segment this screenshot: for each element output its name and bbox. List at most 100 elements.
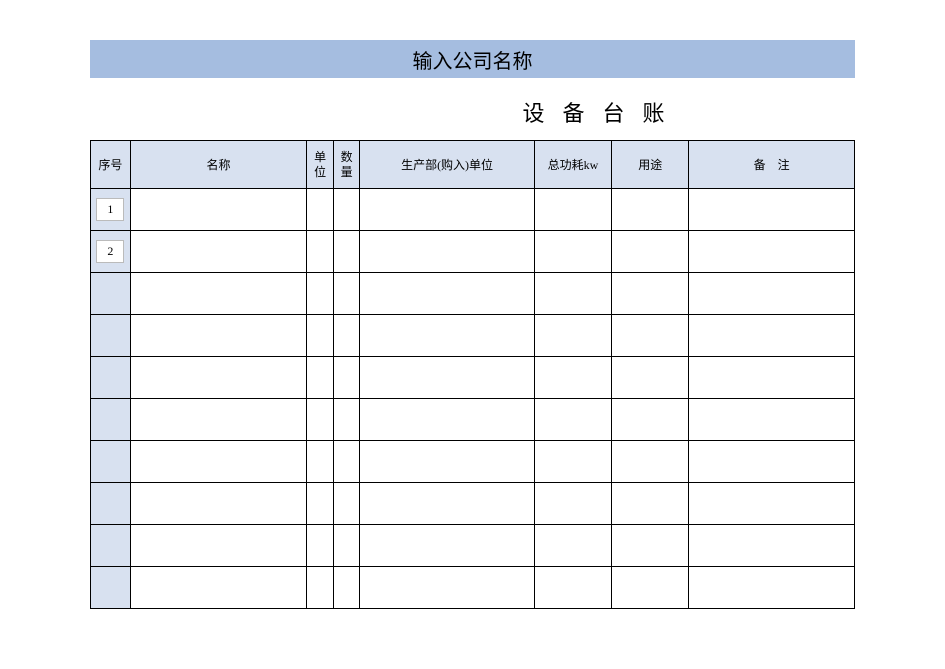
seq-number: 2 bbox=[96, 240, 124, 263]
cell-qty bbox=[333, 525, 359, 567]
cell-power bbox=[534, 441, 611, 483]
cell-qty bbox=[333, 399, 359, 441]
cell-seq bbox=[91, 315, 131, 357]
header-name: 名称 bbox=[130, 141, 307, 189]
cell-note bbox=[689, 483, 855, 525]
cell-note bbox=[689, 357, 855, 399]
cell-unit bbox=[307, 273, 333, 315]
cell-name bbox=[130, 189, 307, 231]
table-row bbox=[91, 357, 855, 399]
cell-qty bbox=[333, 567, 359, 609]
cell-power bbox=[534, 525, 611, 567]
cell-use bbox=[612, 189, 689, 231]
company-title: 输入公司名称 bbox=[413, 45, 533, 74]
cell-note bbox=[689, 315, 855, 357]
cell-use bbox=[612, 273, 689, 315]
cell-unit bbox=[307, 525, 333, 567]
cell-note bbox=[689, 231, 855, 273]
header-note: 备 注 bbox=[689, 141, 855, 189]
cell-name bbox=[130, 273, 307, 315]
cell-power bbox=[534, 357, 611, 399]
cell-note bbox=[689, 399, 855, 441]
cell-seq bbox=[91, 399, 131, 441]
cell-use bbox=[612, 399, 689, 441]
cell-unit bbox=[307, 231, 333, 273]
company-title-bar: 输入公司名称 bbox=[90, 40, 855, 78]
cell-note bbox=[689, 525, 855, 567]
header-dept: 生产部(购入)单位 bbox=[360, 141, 534, 189]
cell-use bbox=[612, 231, 689, 273]
ledger-subtitle: 设备台账 bbox=[90, 96, 855, 128]
cell-dept bbox=[360, 441, 534, 483]
cell-note bbox=[689, 189, 855, 231]
cell-name bbox=[130, 231, 307, 273]
header-qty: 数量 bbox=[333, 141, 359, 189]
cell-dept bbox=[360, 483, 534, 525]
cell-name bbox=[130, 567, 307, 609]
header-power: 总功耗kw bbox=[534, 141, 611, 189]
cell-name bbox=[130, 315, 307, 357]
table-row bbox=[91, 525, 855, 567]
table-header-row: 序号 名称 单位 数量 生产部(购入)单位 总功耗kw 用途 备 注 bbox=[91, 141, 855, 189]
cell-use bbox=[612, 567, 689, 609]
seq-number: 1 bbox=[96, 198, 124, 221]
cell-power bbox=[534, 483, 611, 525]
cell-unit bbox=[307, 399, 333, 441]
header-seq: 序号 bbox=[91, 141, 131, 189]
table-row bbox=[91, 273, 855, 315]
cell-unit bbox=[307, 189, 333, 231]
cell-name bbox=[130, 399, 307, 441]
cell-power bbox=[534, 231, 611, 273]
cell-seq bbox=[91, 483, 131, 525]
cell-dept bbox=[360, 231, 534, 273]
cell-seq: 2 bbox=[91, 231, 131, 273]
cell-name bbox=[130, 441, 307, 483]
cell-power bbox=[534, 189, 611, 231]
cell-note bbox=[689, 567, 855, 609]
table-row bbox=[91, 483, 855, 525]
table-row: 1 bbox=[91, 189, 855, 231]
cell-qty bbox=[333, 189, 359, 231]
cell-unit bbox=[307, 567, 333, 609]
header-unit: 单位 bbox=[307, 141, 333, 189]
cell-unit bbox=[307, 483, 333, 525]
cell-use bbox=[612, 441, 689, 483]
cell-use bbox=[612, 483, 689, 525]
cell-use bbox=[612, 525, 689, 567]
cell-dept bbox=[360, 567, 534, 609]
cell-dept bbox=[360, 525, 534, 567]
cell-name bbox=[130, 525, 307, 567]
cell-dept bbox=[360, 189, 534, 231]
cell-dept bbox=[360, 357, 534, 399]
cell-qty bbox=[333, 315, 359, 357]
cell-power bbox=[534, 399, 611, 441]
cell-dept bbox=[360, 315, 534, 357]
cell-seq bbox=[91, 525, 131, 567]
equipment-ledger-table: 序号 名称 单位 数量 生产部(购入)单位 总功耗kw 用途 备 注 1 2 bbox=[90, 140, 855, 609]
cell-power bbox=[534, 315, 611, 357]
table-row: 2 bbox=[91, 231, 855, 273]
cell-seq bbox=[91, 567, 131, 609]
cell-qty bbox=[333, 273, 359, 315]
cell-qty bbox=[333, 231, 359, 273]
cell-note bbox=[689, 441, 855, 483]
table-row bbox=[91, 315, 855, 357]
cell-seq: 1 bbox=[91, 189, 131, 231]
table-row bbox=[91, 441, 855, 483]
table-row bbox=[91, 399, 855, 441]
cell-use bbox=[612, 315, 689, 357]
cell-note bbox=[689, 273, 855, 315]
cell-name bbox=[130, 483, 307, 525]
cell-unit bbox=[307, 441, 333, 483]
cell-qty bbox=[333, 357, 359, 399]
cell-seq bbox=[91, 441, 131, 483]
cell-seq bbox=[91, 357, 131, 399]
cell-qty bbox=[333, 483, 359, 525]
cell-unit bbox=[307, 315, 333, 357]
cell-power bbox=[534, 567, 611, 609]
cell-dept bbox=[360, 273, 534, 315]
table-row bbox=[91, 567, 855, 609]
cell-use bbox=[612, 357, 689, 399]
header-use: 用途 bbox=[612, 141, 689, 189]
cell-name bbox=[130, 357, 307, 399]
